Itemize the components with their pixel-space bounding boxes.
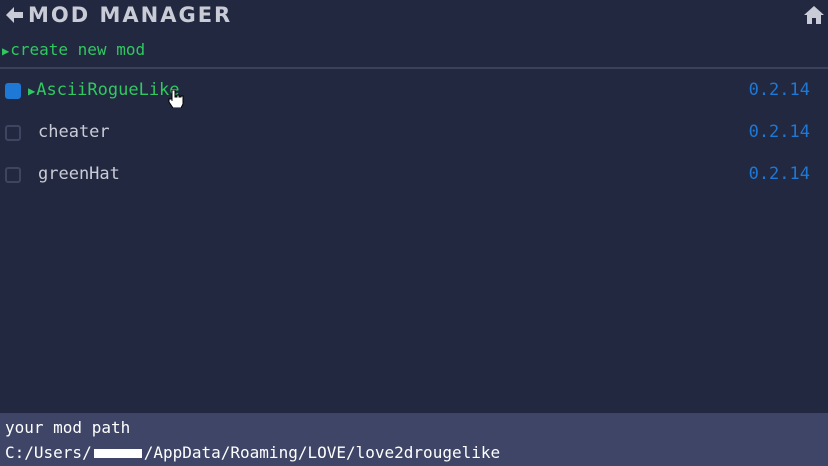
- mod-version: 0.2.14: [748, 80, 810, 100]
- mod-version: 0.2.14: [748, 164, 810, 184]
- mod-row-cheater[interactable]: cheater 0.2.14: [0, 120, 828, 150]
- hand-cursor-icon: [168, 90, 184, 108]
- mod-path-footer: your mod path C:/Users//AppData/Roaming/…: [0, 413, 828, 466]
- mod-row-asciiroguelike[interactable]: ▶AsciiRogueLike 0.2.14: [0, 78, 828, 108]
- back-arrow-icon[interactable]: [6, 6, 24, 24]
- mod-checkbox[interactable]: [5, 125, 21, 141]
- mod-version: 0.2.14: [748, 122, 810, 142]
- header: MOD MANAGER: [0, 0, 828, 34]
- create-new-mod-label: create new mod: [10, 40, 146, 59]
- mod-row-greenhat[interactable]: greenHat 0.2.14: [0, 162, 828, 192]
- divider: [0, 67, 828, 69]
- mod-name: ▶AsciiRogueLike: [28, 80, 180, 100]
- mod-name: cheater: [38, 122, 110, 142]
- mod-path-label: your mod path: [5, 418, 131, 437]
- play-marker-icon: ▶: [2, 44, 10, 58]
- mod-name: greenHat: [38, 164, 120, 184]
- redacted-username: [93, 449, 142, 458]
- play-marker-icon: ▶: [28, 84, 36, 98]
- create-new-mod-link[interactable]: ▶create new mod: [2, 40, 145, 59]
- page-title: MOD MANAGER: [28, 3, 233, 27]
- mod-path-value: C:/Users//AppData/Roaming/LOVE/love2drou…: [5, 443, 501, 462]
- mod-checkbox[interactable]: [5, 83, 21, 99]
- mod-checkbox[interactable]: [5, 167, 21, 183]
- home-icon[interactable]: [804, 6, 824, 24]
